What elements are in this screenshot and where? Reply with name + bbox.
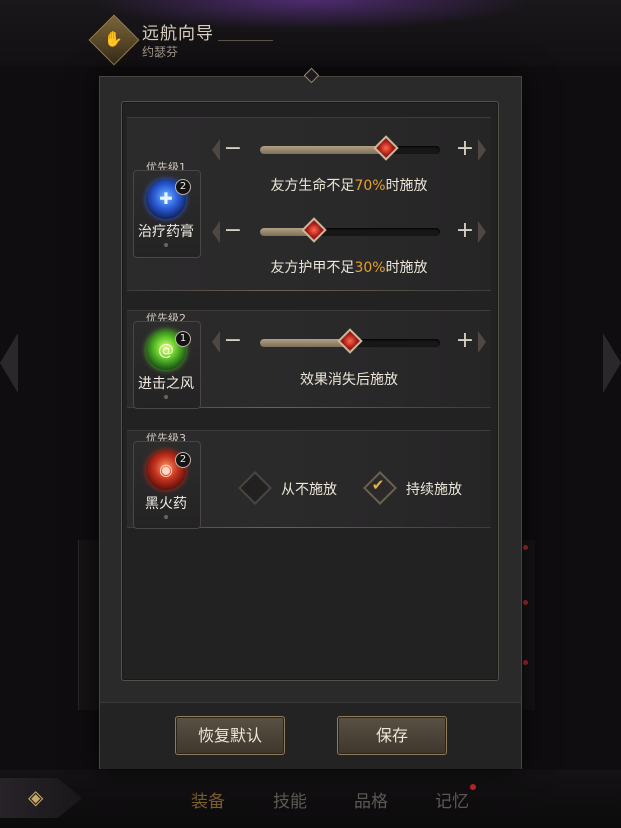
threshold-percent: 30% — [354, 260, 386, 276]
condition-text: 友方护甲不足30%时施放 — [270, 260, 428, 276]
increase-button[interactable]: + — [452, 137, 486, 163]
hand-icon: ✋ — [104, 30, 123, 48]
effect-slider[interactable] — [260, 328, 440, 354]
condition-text: 效果消失后施放 — [300, 372, 398, 388]
slider-fill — [260, 146, 386, 154]
notification-dot — [523, 600, 528, 605]
save-button[interactable]: 保存 — [337, 716, 447, 755]
decrease-button[interactable]: − — [212, 137, 246, 163]
condition-text: 友方生命不足70%时施放 — [270, 178, 428, 194]
guide-divider — [218, 40, 273, 41]
never-cast-label[interactable]: 从不施放 — [281, 479, 337, 499]
notification-dot — [523, 545, 528, 550]
guide-title: 远航向导 — [142, 24, 214, 44]
item-count-badge: 2 — [175, 179, 191, 195]
armor-threshold-slider[interactable] — [260, 217, 440, 243]
decrease-button[interactable]: − — [212, 329, 246, 355]
bottom-tab-bar — [0, 770, 621, 828]
item-count-badge: 1 — [175, 331, 191, 347]
modal-footer — [100, 702, 521, 769]
prev-arrow-icon[interactable] — [0, 333, 18, 393]
background-side-panel-right — [521, 540, 535, 710]
reset-default-button[interactable]: 恢复默认 — [175, 716, 285, 755]
item-frame-dot — [164, 243, 168, 247]
guide-subtitle: 约瑟芬 — [142, 45, 179, 59]
tab-memory[interactable]: 记忆 — [435, 787, 469, 812]
back-arrow-icon: ◈ — [28, 785, 44, 809]
health-threshold-slider[interactable] — [260, 135, 440, 161]
increase-button[interactable]: + — [452, 219, 486, 245]
item-name: 进击之风 — [138, 376, 194, 392]
tab-equipment[interactable]: 装备 — [191, 787, 225, 812]
checkmark-icon: ✔ — [371, 476, 385, 494]
increase-button[interactable]: + — [452, 329, 486, 355]
tab-character[interactable]: 品格 — [354, 787, 388, 812]
item-name: 治疗药膏 — [138, 224, 194, 240]
decrease-button[interactable]: − — [212, 219, 246, 245]
background-side-panel — [78, 540, 101, 710]
threshold-percent: 70% — [354, 178, 386, 194]
item-count-badge: 2 — [175, 452, 191, 468]
next-arrow-icon[interactable] — [603, 333, 621, 393]
item-frame-dot — [164, 395, 168, 399]
tab-skills[interactable]: 技能 — [273, 787, 307, 812]
item-name: 黑火药 — [145, 496, 187, 512]
always-cast-label[interactable]: 持续施放 — [406, 479, 462, 499]
notification-dot — [523, 660, 528, 665]
item-frame-dot — [164, 515, 168, 519]
tab-notification-dot — [470, 784, 476, 790]
